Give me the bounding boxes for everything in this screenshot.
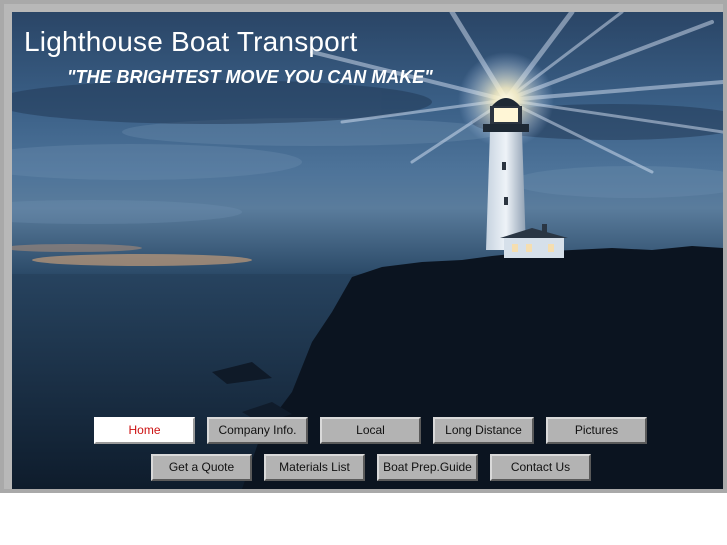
lighthouse-banner: Lighthouse Boat Transport "THE BRIGHTEST… [12,12,723,489]
nav-contact-us-button[interactable]: Contact Us [490,454,591,481]
tagline: "THE BRIGHTEST MOVE YOU CAN MAKE" [67,67,433,87]
nav-get-a-quote-button[interactable]: Get a Quote [151,454,252,481]
nav-company-info-button[interactable]: Company Info. [207,417,308,444]
nav-home-button[interactable]: Home [94,417,195,444]
nav-boat-prep-guide-button[interactable]: Boat Prep.Guide [377,454,478,481]
nav-long-distance-button[interactable]: Long Distance [433,417,534,444]
nav-local-button[interactable]: Local [320,417,421,444]
site-title: Lighthouse Boat Transport [24,26,358,57]
hero-frame: Lighthouse Boat Transport "THE BRIGHTEST… [0,0,727,493]
nav-materials-list-button[interactable]: Materials List [264,454,365,481]
nav-pictures-button[interactable]: Pictures [546,417,647,444]
